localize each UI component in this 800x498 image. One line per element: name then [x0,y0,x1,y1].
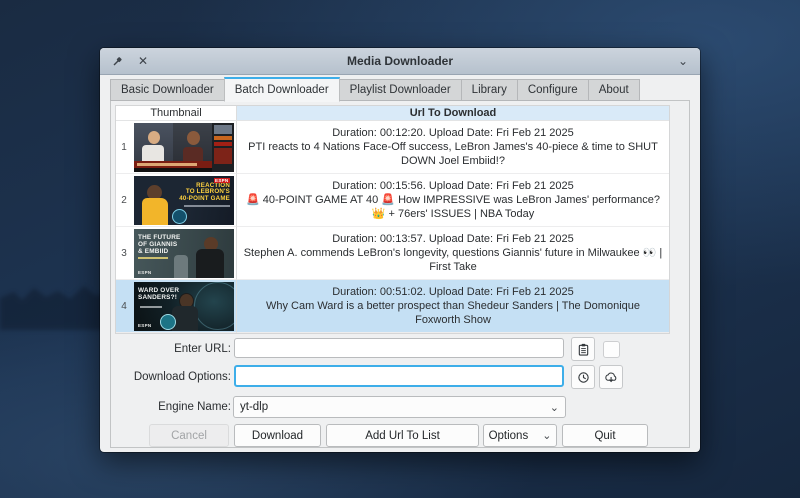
video-thumbnail-giannis-embiid: THE FUTURE OF GIANNIS & EMBIID ESPN [134,229,234,278]
download-options-preset-button[interactable] [599,365,623,389]
shade-window-icon[interactable]: ⌄ [676,54,690,68]
thumbnail-cell [132,121,236,174]
url-cell: Duration: 00:15:56. Upload Date: Fri Feb… [236,174,669,227]
column-header-url[interactable]: Url To Download [237,106,669,120]
thumbnail-cell: WARD OVER SANDERS?! ESPN [132,280,236,333]
video-meta: Duration: 00:12:20. Upload Date: Fri Feb… [332,126,574,140]
video-thumbnail-lebron-reaction: REACTION TO LEBRON'S 40-POINT GAME ESPN [134,176,234,225]
thumbnail-cell: REACTION TO LEBRON'S 40-POINT GAME ESPN [132,174,236,227]
enter-url-input[interactable] [234,338,564,358]
chevron-down-icon: ⌄ [550,401,559,414]
thumbnail-headline: WARD OVER SANDERS?! [138,287,179,301]
tab-library[interactable]: Library [461,79,517,101]
tab-configure[interactable]: Configure [517,79,588,101]
espn-logo: ESPN [138,323,151,328]
video-meta: Duration: 00:13:57. Upload Date: Fri Feb… [332,232,574,246]
video-title: PTI reacts to 4 Nations Face-Off success… [243,140,663,169]
engine-name-label: Engine Name: [111,396,231,418]
row-number: 1 [116,121,132,174]
url-cell: Duration: 00:51:02. Upload Date: Fri Feb… [236,280,669,333]
url-cell: Duration: 00:13:57. Upload Date: Fri Feb… [236,227,669,280]
table-row[interactable]: 3 THE FUTURE OF GIANNIS & EMBIID ESPN [116,227,669,280]
video-title: Why Cam Ward is a better prospect than S… [243,299,663,328]
table-row-selected[interactable]: 4 WARD OVER SANDERS?! ESPN [116,280,669,333]
titlebar[interactable]: ✕ Media Downloader ⌄ [100,48,700,75]
thumbnail-cell: THE FUTURE OF GIANNIS & EMBIID ESPN [132,227,236,280]
row-number: 4 [116,280,132,333]
desktop-background: ✕ Media Downloader ⌄ Basic Downloader Ba… [0,0,800,498]
row-number: 2 [116,174,132,227]
video-thumbnail-pti [134,123,234,172]
table-row[interactable]: 1 Duration: 00: [116,121,669,174]
options-menu-button[interactable]: Options ⌄ [483,424,557,447]
video-title: Stephen A. commends LeBron's longevity, … [243,246,663,275]
nba-today-badge [172,209,187,224]
batch-downloader-pane: Thumbnail Url To Download 1 [110,100,690,448]
espn-logo: ESPN [214,178,230,183]
add-url-to-list-button[interactable]: Add Url To List [326,424,479,447]
tab-playlist-downloader[interactable]: Playlist Downloader [340,79,461,101]
tab-batch-downloader[interactable]: Batch Downloader [224,77,340,102]
espn-logo: ESPN [138,270,151,275]
pin-icon[interactable] [110,54,124,68]
clipboard-icon [577,343,590,356]
cloud-download-icon [604,371,618,384]
app-window: ✕ Media Downloader ⌄ Basic Downloader Ba… [100,48,700,452]
options-button-label: Options [489,430,529,442]
thumbnail-headline: THE FUTURE OF GIANNIS & EMBIID [138,234,180,256]
chevron-down-icon: ⌄ [542,429,551,442]
url-cell: Duration: 00:12:20. Upload Date: Fri Feb… [236,121,669,174]
paste-clipboard-button[interactable] [571,337,595,361]
options-history-button[interactable] [571,365,595,389]
window-title: Media Downloader [100,54,700,68]
enter-url-label: Enter URL: [111,338,231,360]
quit-button[interactable]: Quit [562,424,648,447]
table-header-row: Thumbnail Url To Download [116,106,669,121]
video-thumbnail-ward-sanders: WARD OVER SANDERS?! ESPN [134,282,234,331]
show-badge [160,314,176,330]
column-header-thumbnail[interactable]: Thumbnail [116,106,237,120]
video-title: 🚨 40-POINT GAME AT 40 🚨 How IMPRESSIVE w… [243,193,663,222]
tab-basic-downloader[interactable]: Basic Downloader [110,79,224,101]
close-icon[interactable]: ✕ [136,54,150,68]
download-options-input[interactable] [234,365,564,387]
tab-bar: Basic Downloader Batch Downloader Playli… [110,79,640,101]
engine-name-select[interactable]: yt-dlp ⌄ [233,396,566,418]
video-meta: Duration: 00:15:56. Upload Date: Fri Feb… [332,179,574,193]
row-number: 3 [116,227,132,280]
history-clock-icon [577,371,590,384]
cancel-button[interactable]: Cancel [149,424,229,447]
engine-name-value: yt-dlp [240,401,268,413]
video-meta: Duration: 00:51:02. Upload Date: Fri Feb… [332,285,574,299]
monitor-clipboard-checkbox[interactable] [603,341,620,358]
download-button[interactable]: Download [234,424,321,447]
thumbnail-headline: REACTION TO LEBRON'S 40-POINT GAME [179,183,230,204]
download-list-table: Thumbnail Url To Download 1 [115,105,670,334]
download-options-label: Download Options: [111,366,231,388]
table-row[interactable]: 2 REACTION TO LEBRON'S 40-POINT GAME ESP… [116,174,669,227]
tab-about[interactable]: About [588,79,640,101]
